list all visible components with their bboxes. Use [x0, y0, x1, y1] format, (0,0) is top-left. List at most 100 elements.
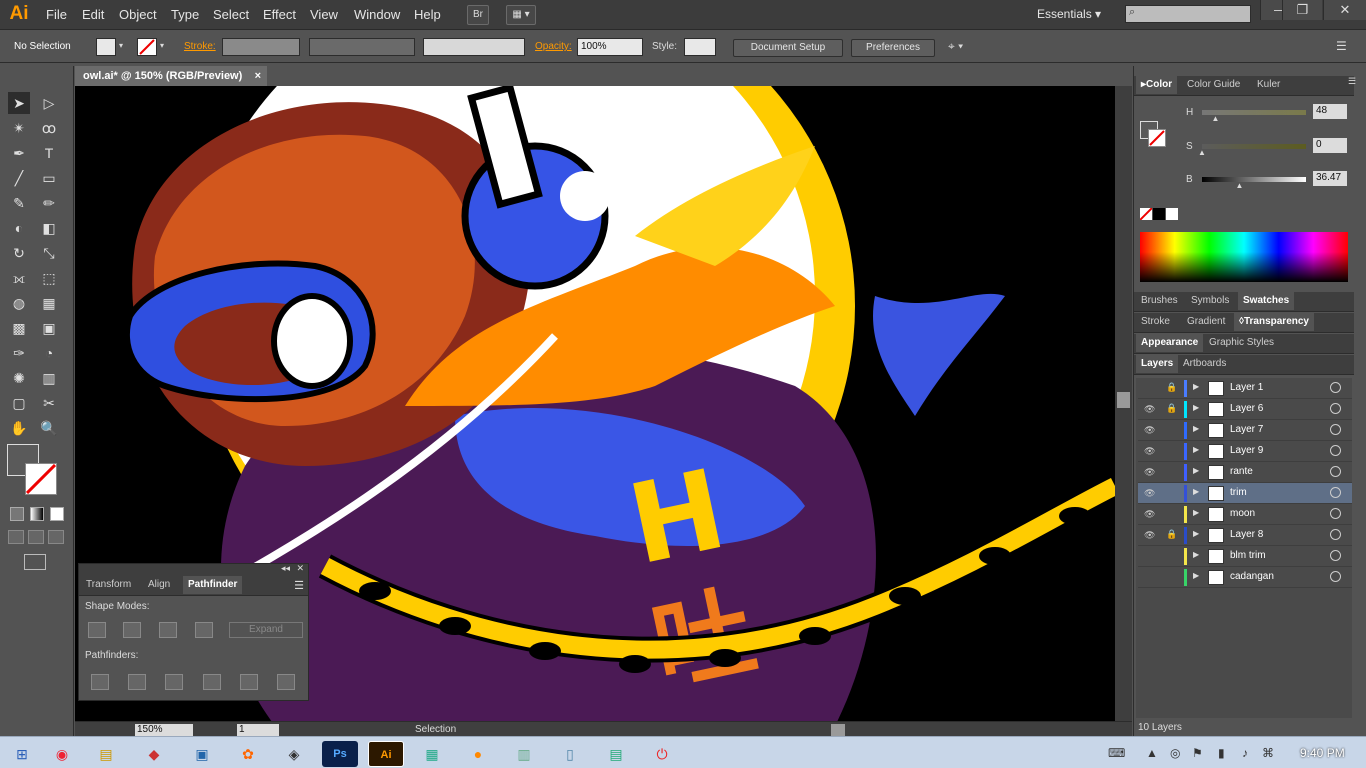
s-slider-thumb[interactable]: ▲ [1198, 148, 1206, 157]
expand-triangle-icon[interactable]: ▶ [1193, 445, 1199, 454]
tab-transparency[interactable]: ◊Transparency [1234, 313, 1314, 331]
expand-triangle-icon[interactable]: ▶ [1193, 403, 1199, 412]
expand-triangle-icon[interactable]: ▶ [1193, 571, 1199, 580]
lock-icon[interactable]: 🔒 [1166, 403, 1177, 414]
paintbrush-icon[interactable]: ✎ [8, 192, 30, 214]
graphic-style-picker[interactable] [684, 38, 716, 56]
tab-transform[interactable]: Transform [81, 576, 136, 594]
tab-gradient[interactable]: Gradient [1182, 313, 1230, 331]
pencil-icon[interactable]: ✏ [38, 192, 60, 214]
perspective-grid-icon[interactable]: ▦ [38, 292, 60, 314]
panel-menu-icon[interactable]: ☰ [1336, 39, 1347, 53]
s-slider[interactable] [1202, 144, 1306, 149]
layer-row[interactable]: 👁 ▶ trim [1138, 483, 1352, 504]
layer-row[interactable]: 👁 ▶ rante [1138, 462, 1352, 483]
brush-definition[interactable] [423, 38, 525, 56]
minus-back-icon[interactable] [277, 674, 295, 690]
selection-tool-icon[interactable]: ➤ [8, 92, 30, 114]
document-setup-button[interactable]: Document Setup [733, 39, 843, 57]
target-circle-icon[interactable] [1330, 466, 1341, 477]
layer-name[interactable]: blm trim [1230, 550, 1266, 561]
blob-brush-icon[interactable]: ◐ [8, 217, 30, 239]
chevron-down-icon[interactable]: ▾ [119, 41, 123, 50]
app-icon[interactable]: ▦ [414, 741, 450, 767]
width-icon[interactable]: ⟗ [8, 267, 30, 289]
menu-window[interactable]: Window [354, 7, 400, 22]
mesh-icon[interactable]: ▩ [8, 317, 30, 339]
photoshop-icon[interactable]: Ps [322, 741, 358, 767]
tab-align[interactable]: Align [143, 576, 175, 594]
signal-icon[interactable]: ▮ [1218, 746, 1225, 760]
expand-triangle-icon[interactable]: ▶ [1193, 487, 1199, 496]
opacity-label[interactable]: Opacity: [535, 41, 572, 52]
current-tool-status[interactable]: Selection [415, 724, 456, 735]
layer-name[interactable]: cadangan [1230, 571, 1274, 582]
target-circle-icon[interactable] [1330, 445, 1341, 456]
panel-title-bar[interactable]: ◂◂ ✕ [79, 563, 308, 576]
flag-icon[interactable]: ⚑ [1192, 746, 1203, 760]
gradient-icon[interactable]: ▣ [38, 317, 60, 339]
layer-row[interactable]: ▶ blm trim [1138, 546, 1352, 567]
menu-edit[interactable]: Edit [82, 7, 104, 22]
target-circle-icon[interactable] [1330, 529, 1341, 540]
menu-help[interactable]: Help [414, 7, 441, 22]
exclude-icon[interactable] [195, 622, 213, 638]
tab-graphic-styles[interactable]: Graphic Styles [1204, 334, 1279, 352]
variable-width-profile[interactable] [309, 38, 415, 56]
eraser-icon[interactable]: ◧ [38, 217, 60, 239]
workspace-switcher[interactable]: Essentials ▾ [1037, 7, 1101, 21]
tray-expand-icon[interactable]: ▲ [1146, 746, 1158, 760]
visibility-eye-icon[interactable]: 👁 [1144, 446, 1155, 457]
scroll-thumb[interactable] [1117, 392, 1130, 408]
collapse-icon[interactable]: ◂◂ [281, 563, 290, 574]
free-transform-icon[interactable]: ⬚ [38, 267, 60, 289]
stroke-weight-field[interactable] [222, 38, 300, 56]
artboard-icon[interactable]: ▢ [8, 392, 30, 414]
expand-triangle-icon[interactable]: ▶ [1193, 424, 1199, 433]
color-spectrum[interactable] [1140, 232, 1348, 282]
layer-name[interactable]: Layer 8 [1230, 529, 1263, 540]
blend-icon[interactable]: ◔ [38, 342, 60, 364]
network-icon[interactable]: ◎ [1170, 746, 1180, 760]
draw-normal-icon[interactable] [8, 530, 24, 544]
intersect-icon[interactable] [159, 622, 177, 638]
none-mode-icon[interactable] [50, 507, 64, 521]
app-icon[interactable]: ◆ [136, 741, 172, 767]
start-icon[interactable]: ⊞ [4, 741, 40, 767]
draw-inside-icon[interactable] [48, 530, 64, 544]
lasso-icon[interactable]: ꝏ [38, 117, 60, 139]
tab-appearance[interactable]: Appearance [1136, 334, 1204, 352]
visibility-eye-icon[interactable]: 👁 [1144, 404, 1155, 415]
layer-row[interactable]: 🔒 ▶ Layer 1 [1138, 378, 1352, 399]
app-icon[interactable]: ▤ [598, 741, 634, 767]
rectangle-icon[interactable]: ▭ [38, 167, 60, 189]
tab-pathfinder[interactable]: Pathfinder [183, 576, 243, 594]
preferences-button[interactable]: Preferences [851, 39, 935, 57]
volume-icon[interactable]: ♪ [1242, 746, 1248, 760]
layer-row[interactable]: 👁 ▶ Layer 9 [1138, 441, 1352, 462]
layer-name[interactable]: Layer 1 [1230, 382, 1263, 393]
layer-name[interactable]: Layer 7 [1230, 424, 1263, 435]
language-icon[interactable]: ⌘ [1262, 746, 1274, 760]
chevron-down-icon[interactable]: ▾ [160, 41, 164, 50]
b-slider-thumb[interactable]: ▲ [1235, 181, 1243, 190]
app-icon[interactable]: ◈ [276, 741, 312, 767]
target-circle-icon[interactable] [1330, 424, 1341, 435]
column-graph-icon[interactable]: ▥ [38, 367, 60, 389]
document-tab[interactable]: owl.ai* @ 150% (RGB/Preview) × [75, 66, 267, 86]
layer-name[interactable]: Layer 6 [1230, 403, 1263, 414]
tab-color-guide[interactable]: Color Guide [1182, 76, 1245, 94]
expand-triangle-icon[interactable]: ▶ [1193, 382, 1199, 391]
tab-stroke[interactable]: Stroke [1136, 313, 1175, 331]
gradient-mode-icon[interactable] [30, 507, 44, 521]
none-swatch[interactable] [1139, 207, 1153, 221]
visibility-eye-icon[interactable]: 👁 [1144, 509, 1155, 520]
hand-icon[interactable]: ✋ [8, 417, 30, 439]
target-circle-icon[interactable] [1330, 382, 1341, 393]
restore-button[interactable]: ❐ [1282, 0, 1322, 20]
b-slider[interactable] [1202, 177, 1306, 182]
layer-row[interactable]: 👁 ▶ Layer 7 [1138, 420, 1352, 441]
visibility-eye-icon[interactable]: 👁 [1144, 488, 1155, 499]
s-value-field[interactable]: 0 [1313, 138, 1347, 153]
target-circle-icon[interactable] [1330, 403, 1341, 414]
